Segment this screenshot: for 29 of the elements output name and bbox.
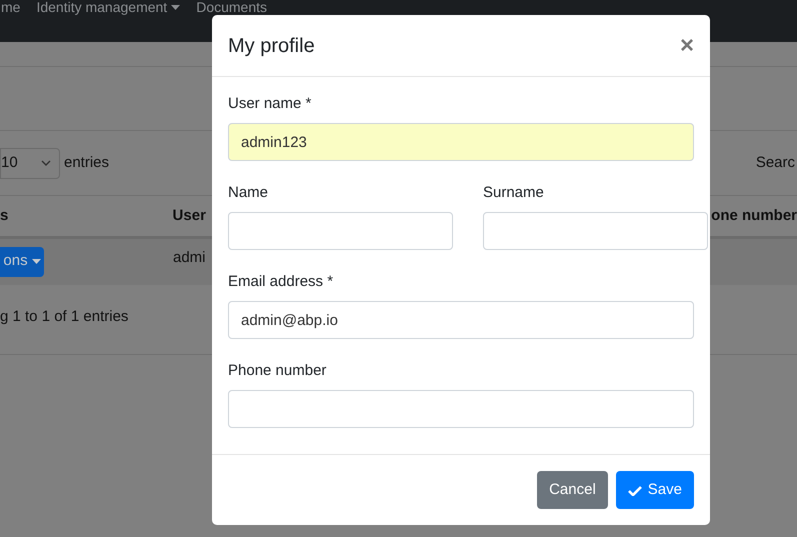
close-button[interactable]: × [680,34,694,58]
table-cell-text: admi [173,248,206,268]
entries-label: entries [64,152,110,173]
input-field[interactable]: admin@abp.io [228,301,694,339]
field-label: Email address * [228,272,334,292]
actions-button[interactable]: ons [0,247,44,277]
column-header: one number [711,206,797,226]
search-label: Searc [756,152,795,173]
nav-link[interactable]: me [1,0,20,15]
nav-link[interactable]: Documents [196,0,268,15]
cancel-button[interactable]: Cancel [537,471,608,509]
input-field[interactable] [483,212,708,250]
page-size-select[interactable]: 10 [0,148,60,178]
chevron-down-icon [41,160,51,166]
column-header: s [0,206,10,226]
field-label: User name * [228,94,312,114]
check-icon [628,484,642,496]
input-field[interactable]: admin123 [228,123,694,161]
column-header: User [172,206,207,226]
input-field[interactable] [228,212,453,250]
caret-icon [32,258,41,264]
dialog-title: My profile [228,34,315,58]
field-label: Phone number [228,361,328,381]
field-label: Surname [483,183,545,203]
save-button[interactable]: Save [616,471,694,509]
table-info: g 1 to 1 of 1 entries [0,307,128,328]
input-field[interactable] [228,390,694,428]
nav-link[interactable]: Identity management [36,0,180,15]
field-label: Name [228,183,270,203]
